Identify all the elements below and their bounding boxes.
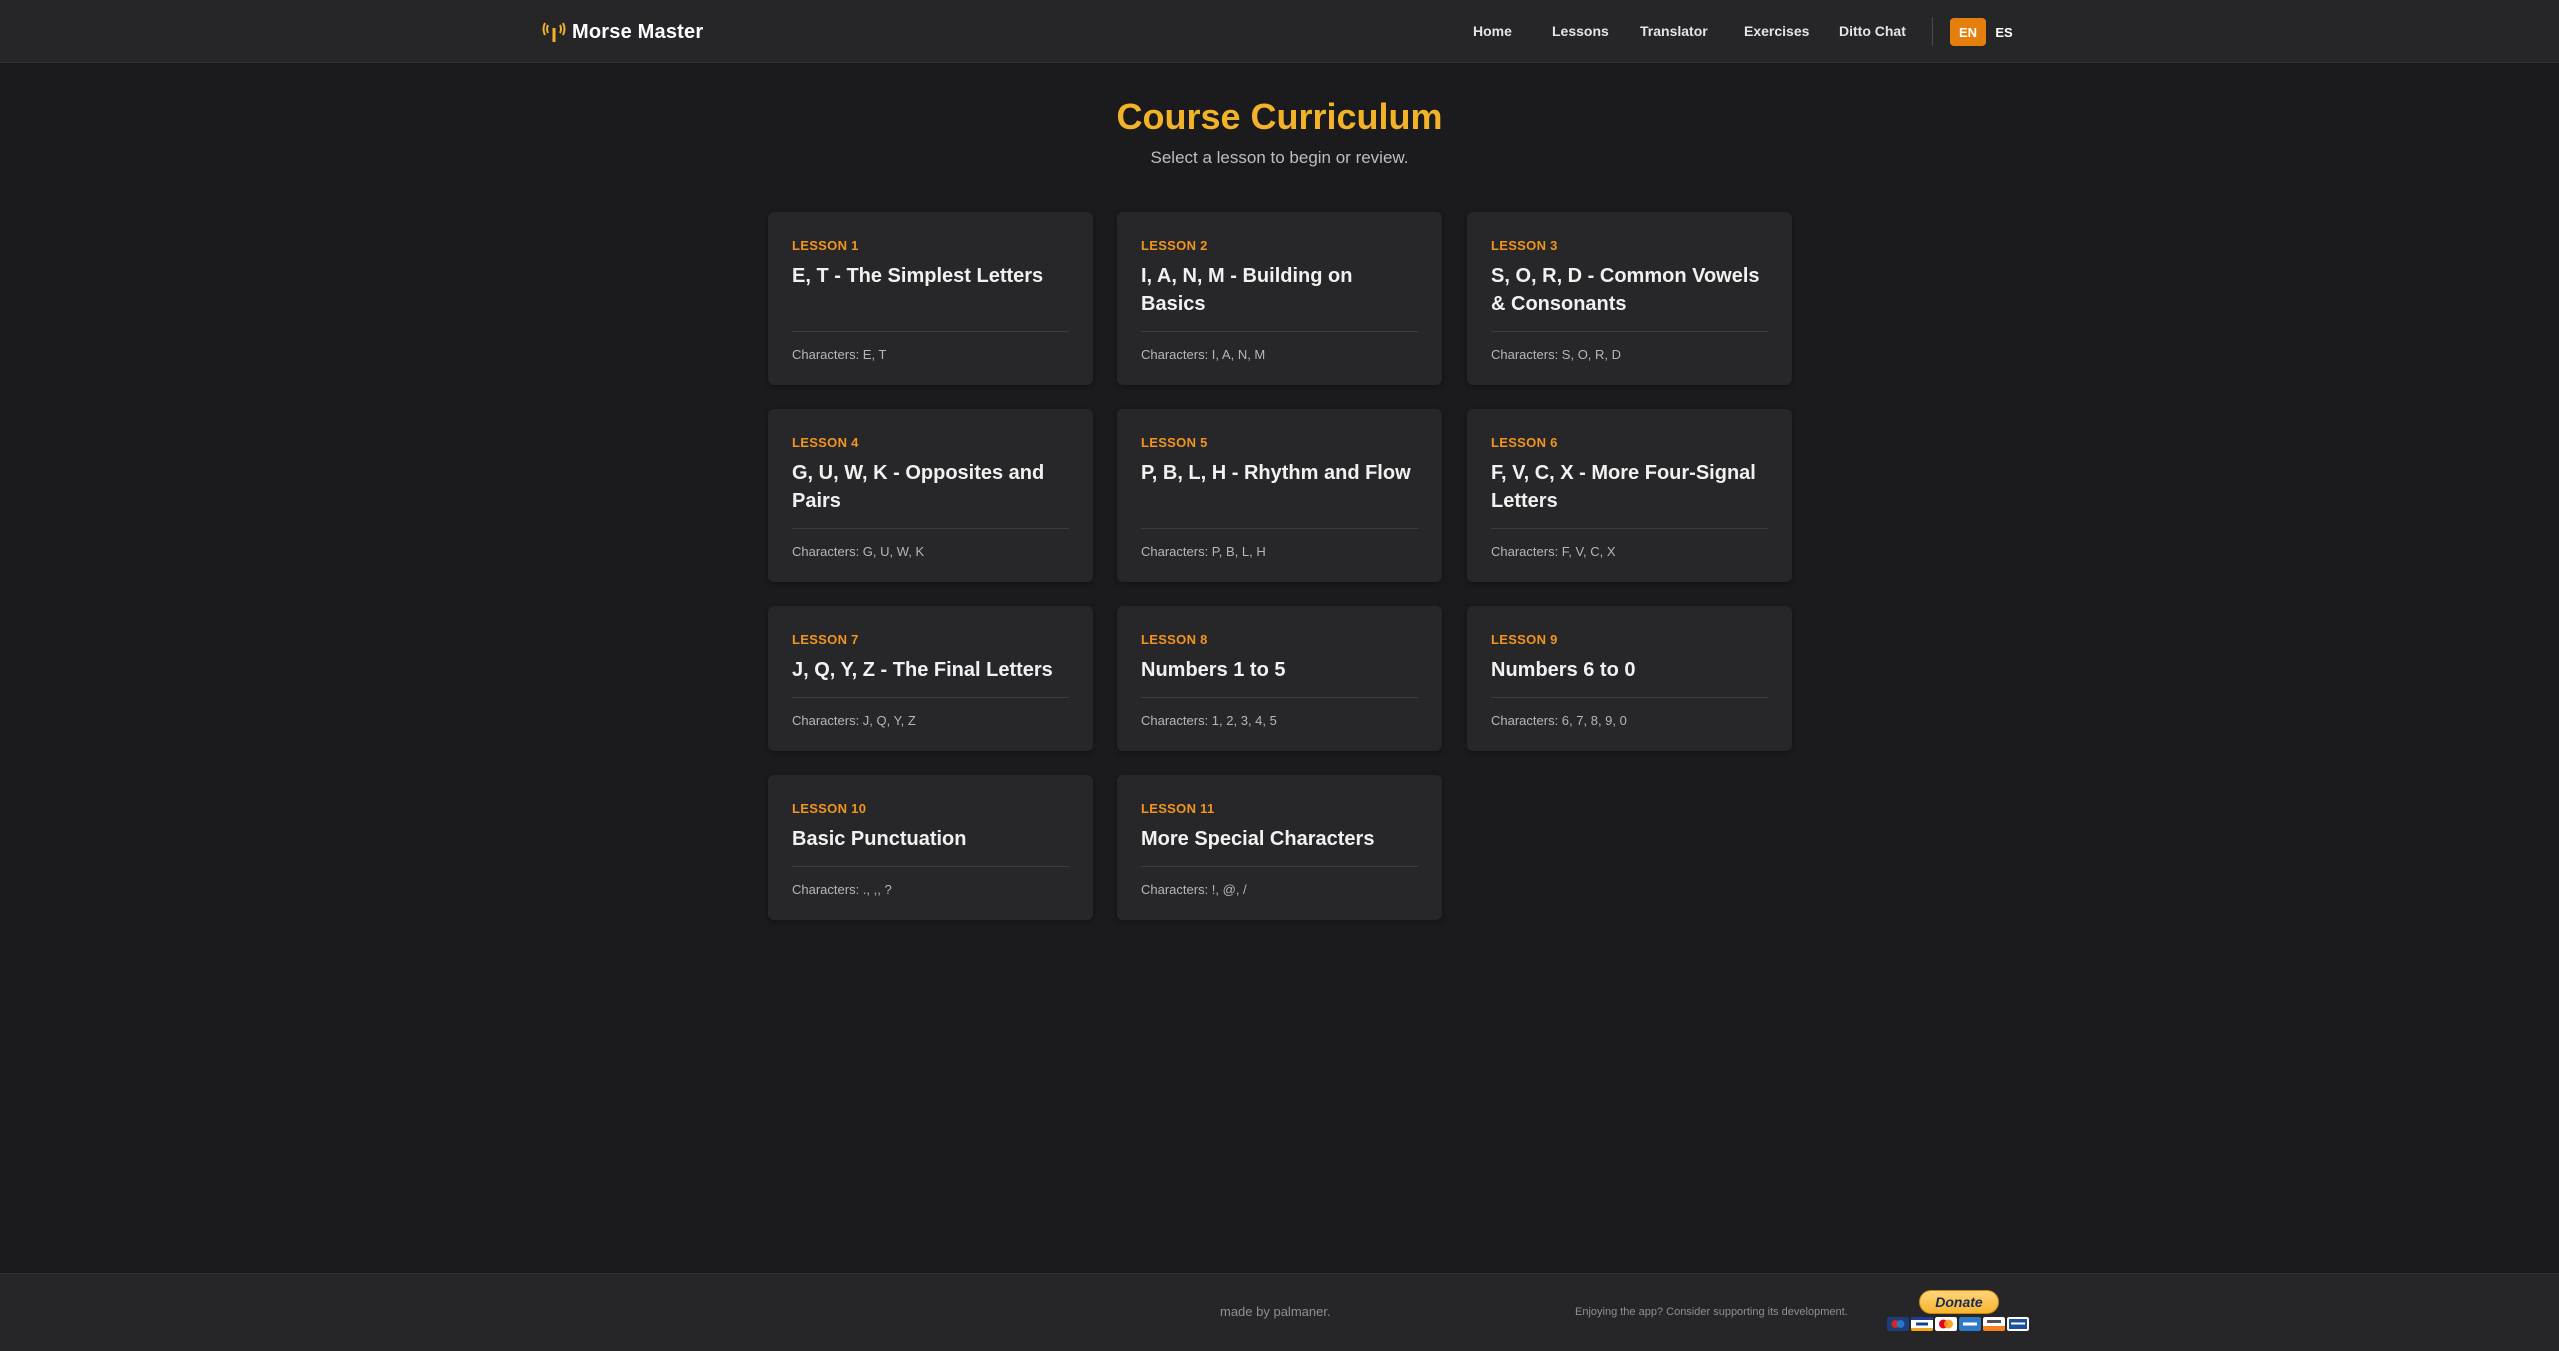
lesson-characters: Characters: J, Q, Y, Z xyxy=(792,713,916,728)
card-divider xyxy=(1491,697,1768,698)
nav-translator[interactable]: Translator xyxy=(1640,23,1708,39)
visa-card-icon xyxy=(1911,1317,1933,1331)
lesson-characters: Characters: 1, 2, 3, 4, 5 xyxy=(1141,713,1277,728)
lesson-title: E, T - The Simplest Letters xyxy=(792,265,1044,287)
language-en-button[interactable]: EN xyxy=(1950,18,1986,46)
lesson-number: LESSON 4 xyxy=(792,435,859,450)
card-divider xyxy=(1491,331,1768,332)
amex-card-icon xyxy=(1959,1317,1981,1331)
lesson-characters: Characters: P, B, L, H xyxy=(1141,544,1266,559)
nav-home[interactable]: Home xyxy=(1473,23,1512,39)
made-by-credit: made by palmaner. xyxy=(1220,1304,1331,1319)
lesson-card-1[interactable]: LESSON 1 E, T - The Simplest Letters Cha… xyxy=(768,212,1093,385)
card-divider xyxy=(1141,331,1418,332)
lesson-characters: Characters: !, @, / xyxy=(1141,882,1247,897)
lesson-number: LESSON 6 xyxy=(1491,435,1558,450)
lesson-card-10[interactable]: LESSON 10 Basic Punctuation Characters: … xyxy=(768,775,1093,920)
lesson-characters: Characters: F, V, C, X xyxy=(1491,544,1616,559)
card-divider xyxy=(1141,866,1418,867)
nav-exercises[interactable]: Exercises xyxy=(1744,23,1809,39)
card-divider xyxy=(1491,528,1768,529)
lesson-characters: Characters: ., ,, ? xyxy=(792,882,892,897)
lesson-number: LESSON 8 xyxy=(1141,632,1208,647)
payment-methods xyxy=(1887,1317,2029,1331)
nav-lessons[interactable]: Lessons xyxy=(1552,23,1609,39)
lesson-card-4[interactable]: LESSON 4 G, U, W, K - Opposites and Pair… xyxy=(768,409,1093,582)
lesson-number: LESSON 1 xyxy=(792,238,859,253)
lesson-characters: Characters: 6, 7, 8, 9, 0 xyxy=(1491,713,1627,728)
lesson-characters: Characters: G, U, W, K xyxy=(792,544,925,559)
card-divider xyxy=(1141,528,1418,529)
lesson-number: LESSON 7 xyxy=(792,632,859,647)
card-divider xyxy=(792,697,1069,698)
mastercard-icon xyxy=(1935,1317,1957,1331)
lesson-card-2[interactable]: LESSON 2 I, A, N, M - Building on Basics… xyxy=(1117,212,1442,385)
card-divider xyxy=(792,866,1069,867)
lesson-card-7[interactable]: LESSON 7 J, Q, Y, Z - The Final Letters … xyxy=(768,606,1093,751)
lesson-card-3[interactable]: LESSON 3 S, O, R, D - Common Vowels & Co… xyxy=(1467,212,1792,385)
lesson-card-11[interactable]: LESSON 11 More Special Characters Charac… xyxy=(1117,775,1442,920)
lesson-title: I, A, N, M - Building on Basics xyxy=(1141,265,1353,315)
nav-ditto-chat[interactable]: Ditto Chat xyxy=(1839,23,1906,39)
lesson-number: LESSON 10 xyxy=(792,801,867,816)
lesson-title: J, Q, Y, Z - The Final Letters xyxy=(792,659,1053,681)
lesson-title: Numbers 6 to 0 xyxy=(1491,659,1636,681)
lesson-title: F, V, C, X - More Four-Signal Letters xyxy=(1491,462,1756,512)
support-message: Enjoying the app? Consider supporting it… xyxy=(1575,1306,1848,1318)
lesson-characters: Characters: E, T xyxy=(792,347,887,362)
lesson-number: LESSON 11 xyxy=(1141,801,1215,816)
nav-divider xyxy=(1932,17,1933,46)
lesson-card-5[interactable]: LESSON 5 P, B, L, H - Rhythm and Flow Ch… xyxy=(1117,409,1442,582)
lesson-title: S, O, R, D - Common Vowels & Consonants xyxy=(1491,265,1760,315)
card-divider xyxy=(1141,697,1418,698)
main-nav: Home Lessons Translator Exercises Ditto … xyxy=(0,0,2559,63)
lesson-number: LESSON 2 xyxy=(1141,238,1208,253)
lesson-characters: Characters: S, O, R, D xyxy=(1491,347,1622,362)
discover-card-icon xyxy=(1983,1317,2005,1331)
lesson-card-8[interactable]: LESSON 8 Numbers 1 to 5 Characters: 1, 2… xyxy=(1117,606,1442,751)
card-divider xyxy=(792,331,1069,332)
donate-button[interactable]: Donate xyxy=(1919,1290,1999,1314)
top-navbar: Morse Master Home Lessons Translator Exe… xyxy=(0,0,2559,63)
lesson-card-9[interactable]: LESSON 9 Numbers 6 to 0 Characters: 6, 7… xyxy=(1467,606,1792,751)
lesson-title: Numbers 1 to 5 xyxy=(1141,659,1286,681)
page-footer: made by palmaner. Enjoying the app? Cons… xyxy=(0,1273,2559,1351)
lesson-characters: Characters: I, A, N, M xyxy=(1141,347,1266,362)
lesson-title: Basic Punctuation xyxy=(792,828,967,850)
lesson-title: G, U, W, K - Opposites and Pairs xyxy=(792,462,1045,512)
lesson-number: LESSON 5 xyxy=(1141,435,1208,450)
card-divider xyxy=(792,528,1069,529)
lesson-number: LESSON 3 xyxy=(1491,238,1558,253)
lesson-title: More Special Characters xyxy=(1141,828,1375,850)
lesson-number: LESSON 9 xyxy=(1491,632,1558,647)
lesson-title: P, B, L, H - Rhythm and Flow xyxy=(1141,462,1411,484)
language-es-button[interactable]: ES xyxy=(1992,18,2016,46)
bank-card-icon xyxy=(2007,1317,2029,1331)
page-subtitle: Select a lesson to begin or review. xyxy=(1150,148,1409,167)
page-title: Course Curriculum xyxy=(1116,96,1443,137)
maestro-card-icon xyxy=(1887,1317,1909,1331)
lesson-card-6[interactable]: LESSON 6 F, V, C, X - More Four-Signal L… xyxy=(1467,409,1792,582)
